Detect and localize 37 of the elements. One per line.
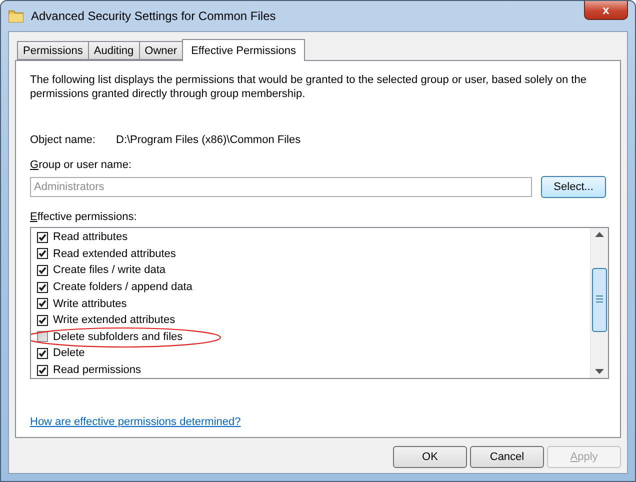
permission-label: Write attributes bbox=[53, 298, 127, 310]
window-title: Advanced Security Settings for Common Files bbox=[31, 9, 276, 23]
permission-label: Delete subfolders and files bbox=[53, 330, 183, 343]
select-button[interactable]: Select... bbox=[541, 176, 606, 198]
checkbox[interactable] bbox=[37, 314, 48, 326]
close-button[interactable]: x bbox=[584, 1, 628, 20]
scrollbar[interactable] bbox=[590, 228, 608, 378]
scroll-thumb[interactable] bbox=[592, 268, 607, 332]
folder-icon bbox=[8, 8, 24, 24]
permission-label: Create files / write data bbox=[53, 264, 166, 276]
checkbox[interactable] bbox=[37, 264, 48, 276]
scroll-down-icon[interactable] bbox=[595, 369, 604, 375]
checkbox[interactable] bbox=[37, 232, 48, 243]
permission-label: Create folders / append data bbox=[53, 281, 192, 294]
permissions-label: Effective permissions: bbox=[30, 211, 137, 223]
permission-label: Write extended attributes bbox=[53, 314, 176, 326]
dialog-button[interactable]: Cancel bbox=[470, 446, 544, 468]
tab[interactable]: Auditing bbox=[88, 41, 140, 60]
tab[interactable]: Owner bbox=[138, 41, 184, 60]
help-link[interactable]: How are effective permissions determined? bbox=[30, 416, 241, 428]
permission-label: Read attributes bbox=[53, 231, 128, 244]
object-path: D:\Program Files (x86)\Common Files bbox=[116, 134, 301, 146]
checkbox[interactable] bbox=[37, 364, 48, 376]
checkbox[interactable] bbox=[37, 348, 48, 359]
dialog-button[interactable]: OK bbox=[393, 446, 467, 468]
permission-label: Read extended attributes bbox=[53, 248, 176, 260]
scroll-up-icon[interactable] bbox=[595, 231, 604, 237]
permission-label: Read permissions bbox=[53, 364, 142, 376]
permission-label: Delete bbox=[53, 347, 85, 360]
checkbox[interactable] bbox=[37, 248, 48, 260]
tab[interactable]: Permissions bbox=[17, 41, 89, 60]
checkbox[interactable] bbox=[37, 282, 48, 293]
object-name-label: Object name: bbox=[30, 134, 96, 146]
group-field-label: Group or user name: bbox=[30, 159, 132, 171]
tab[interactable]: Effective Permissions bbox=[182, 39, 306, 61]
checkbox[interactable] bbox=[37, 298, 48, 310]
description-text: The following list displays the permissions that would be granted to the selected group or user, based solely on the permissions granted directly through group membership. bbox=[30, 73, 588, 101]
